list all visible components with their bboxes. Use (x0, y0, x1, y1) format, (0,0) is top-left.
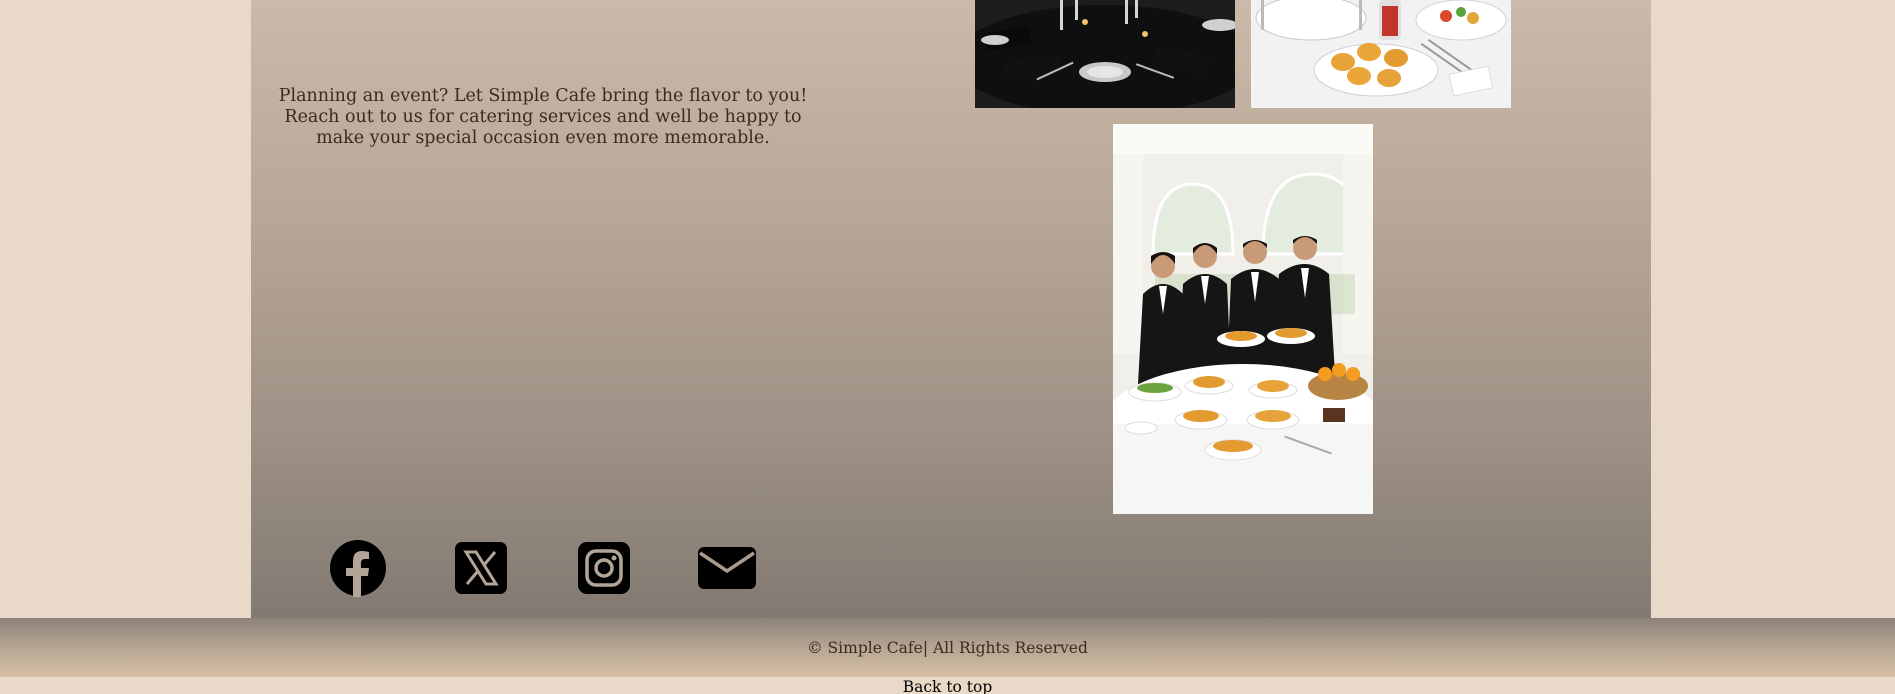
facebook-link[interactable] (328, 540, 388, 600)
x-icon (455, 542, 507, 598)
catering-staff-photo (1113, 124, 1373, 514)
dinner-table-photo (975, 0, 1235, 108)
x-link[interactable] (451, 540, 511, 600)
email-link[interactable] (697, 540, 757, 600)
instagram-icon (578, 542, 630, 598)
email-icon (698, 545, 756, 595)
social-links (0, 540, 900, 600)
instagram-link[interactable] (574, 540, 634, 600)
plated-food-photo (1251, 0, 1511, 108)
page: Planning an event? Let Simple Cafe bring… (0, 0, 1895, 694)
catering-intro-text: Planning an event? Let Simple Cafe bring… (278, 86, 808, 148)
back-to-top-link[interactable]: Back to top (0, 677, 1895, 694)
copyright-text: © Simple Cafe| All Rights Reserved (807, 638, 1088, 657)
footer: © Simple Cafe| All Rights Reserved (0, 618, 1895, 677)
facebook-icon (329, 539, 387, 601)
